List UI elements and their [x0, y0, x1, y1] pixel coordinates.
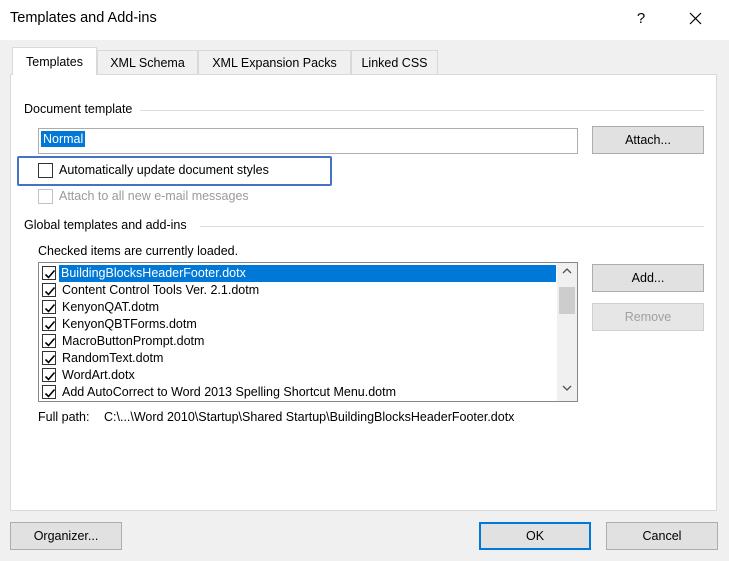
list-item-checkbox[interactable]: [42, 334, 56, 348]
list-item[interactable]: WordArt.dotx: [40, 367, 556, 384]
auto-update-row[interactable]: Automatically update document styles: [38, 163, 318, 181]
check-icon: [44, 354, 56, 364]
window-title: Templates and Add-ins: [10, 10, 157, 26]
list-item-label: KenyonQAT.dotm: [62, 300, 160, 314]
list-item-checkbox[interactable]: [42, 351, 56, 365]
close-button[interactable]: [672, 4, 718, 34]
list-item-checkbox[interactable]: [42, 300, 56, 314]
list-item-checkbox[interactable]: [42, 266, 56, 280]
scroll-down-button[interactable]: [557, 382, 577, 399]
ok-button[interactable]: OK: [479, 522, 591, 550]
document-template-input[interactable]: Normal: [38, 128, 578, 154]
help-button[interactable]: ?: [618, 4, 664, 34]
cancel-button[interactable]: Cancel: [606, 522, 718, 550]
list-item-label: MacroButtonPrompt.dotm: [62, 334, 205, 348]
list-item-checkbox[interactable]: [42, 385, 56, 399]
list-item-checkbox[interactable]: [42, 368, 56, 382]
organizer-button[interactable]: Organizer...: [10, 522, 122, 550]
group-divider: [200, 226, 704, 227]
full-path-value: C:\...\Word 2010\Startup\Shared Startup\…: [104, 410, 515, 424]
add-button[interactable]: Add...: [592, 264, 704, 292]
check-icon: [44, 286, 56, 296]
group-divider: [140, 110, 704, 111]
list-item-label: BuildingBlocksHeaderFooter.dotx: [59, 265, 556, 282]
list-item-label: KenyonQBTForms.dotm: [62, 317, 197, 331]
check-icon: [44, 371, 56, 381]
tab-linked-css[interactable]: Linked CSS: [351, 50, 438, 74]
list-item-label: WordArt.dotx: [62, 368, 135, 382]
list-item[interactable]: RandomText.dotm: [40, 350, 556, 367]
list-item[interactable]: Content Control Tools Ver. 2.1.dotm: [40, 282, 556, 299]
full-path-label: Full path:: [38, 410, 90, 424]
scroll-up-button[interactable]: [557, 265, 577, 282]
global-templates-label: Global templates and add-ins: [24, 218, 193, 232]
list-item[interactable]: KenyonQBTForms.dotm: [40, 316, 556, 333]
list-item[interactable]: Add AutoCorrect to Word 2013 Spelling Sh…: [40, 384, 556, 401]
list-item[interactable]: BuildingBlocksHeaderFooter.dotx: [40, 265, 556, 282]
close-icon: [689, 12, 701, 25]
list-scrollbar[interactable]: [557, 263, 577, 401]
title-bar: Templates and Add-ins ?: [0, 0, 729, 40]
tab-xml-expansion-packs[interactable]: XML Expansion Packs: [198, 50, 351, 74]
list-item-label: Add AutoCorrect to Word 2013 Spelling Sh…: [62, 385, 396, 399]
check-icon: [44, 337, 56, 347]
list-item[interactable]: MacroButtonPrompt.dotm: [40, 333, 556, 350]
check-icon: [44, 269, 56, 279]
check-icon: [44, 320, 56, 330]
attach-email-label: Attach to all new e-mail messages: [59, 189, 249, 203]
check-icon: [44, 388, 56, 398]
document-template-label: Document template: [24, 102, 139, 116]
scroll-thumb[interactable]: [559, 287, 575, 314]
attach-email-checkbox: [38, 189, 53, 204]
tab-xml-schema[interactable]: XML Schema: [97, 50, 198, 74]
auto-update-label: Automatically update document styles: [59, 163, 269, 177]
remove-button: Remove: [592, 303, 704, 331]
loaded-hint: Checked items are currently loaded.: [38, 244, 239, 258]
chevron-up-icon: [562, 268, 572, 274]
auto-update-checkbox[interactable]: [38, 163, 53, 178]
list-item-checkbox[interactable]: [42, 283, 56, 297]
list-item-label: RandomText.dotm: [62, 351, 164, 365]
list-item[interactable]: KenyonQAT.dotm: [40, 299, 556, 316]
attach-email-row: Attach to all new e-mail messages: [38, 189, 298, 207]
global-templates-list[interactable]: BuildingBlocksHeaderFooter.dotx Content …: [38, 262, 578, 402]
check-icon: [44, 303, 56, 313]
list-item-label: Content Control Tools Ver. 2.1.dotm: [62, 283, 260, 297]
list-item-checkbox[interactable]: [42, 317, 56, 331]
chevron-down-icon: [562, 385, 572, 391]
attach-button[interactable]: Attach...: [592, 126, 704, 154]
tab-templates[interactable]: Templates: [12, 47, 97, 75]
document-template-value: Normal: [41, 131, 86, 147]
